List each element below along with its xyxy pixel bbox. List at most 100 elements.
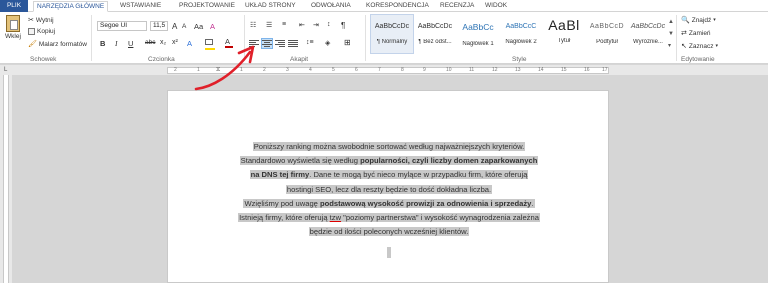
show-formatting-button[interactable]: ¶ [341, 21, 345, 30]
style-sample: AaBl [548, 17, 580, 33]
tab-layout[interactable]: UKŁAD STRONY [245, 1, 296, 12]
superscript-button[interactable]: x² [172, 39, 178, 46]
justify-button[interactable] [288, 39, 298, 48]
select-button[interactable]: ↖ Zaznacz ▾ [681, 42, 718, 51]
ruler-number: 2 [174, 67, 177, 73]
increase-indent-icon: ⇥ [313, 22, 319, 29]
search-icon: 🔍 [681, 17, 690, 24]
font-group-label: Czcionka [148, 56, 175, 63]
style-heading-1[interactable]: AaBbCc Nagłówek 1 [457, 15, 499, 53]
style-sample: AaBbCcDc [374, 23, 410, 30]
scroll-down-icon: ▼ [668, 31, 674, 37]
vertical-ruler[interactable] [0, 75, 12, 283]
ruler-number: 6 [355, 67, 358, 73]
styles-scroll[interactable]: ▲ ▼ ▾ [668, 16, 674, 52]
text-run: . [531, 198, 534, 208]
style-emphasis[interactable]: AaBbCcDc Wyróżnie... [629, 15, 667, 53]
text-line: Istnieją firmy, które oferują tzw "pozio… [168, 211, 610, 225]
replace-button[interactable]: ⇄ Zamień [681, 29, 711, 38]
bullets-icon: ☷ [250, 22, 257, 29]
selected-text: Wzięliśmy pod uwagę podstawową wysokość … [243, 198, 535, 208]
grow-font-button[interactable]: A [172, 22, 177, 31]
style-sample: AaBbCc [462, 22, 494, 32]
text-run: "poziomy partnerstwa" i wysokość wynagro… [341, 213, 539, 223]
text-run: Istnieją firmy, które oferują [239, 213, 330, 223]
tab-insert[interactable]: WSTAWIANIE [120, 1, 161, 12]
multilevel-list-icon: ≡ [282, 21, 287, 28]
format-painter-button[interactable]: 🖌 Malarz formatów [28, 40, 87, 49]
document-body[interactable]: Poniższy ranking można swobodnie sortowa… [168, 140, 610, 239]
underline-button[interactable]: U [128, 39, 133, 48]
multilevel-list-button[interactable]: ≡ [282, 21, 286, 28]
tab-view[interactable]: WIDOK [485, 1, 507, 12]
strikethrough-button[interactable]: abc [145, 39, 155, 46]
ruler-number: 17 [602, 67, 608, 73]
text-line: hostingi SEO, lecz dla reszty będzie to … [168, 183, 610, 197]
ribbon: Wklej ✂ Wytnij Kopiuj 🖌 Malarz formatów Sc… [0, 12, 768, 64]
ruler-number: 15 [561, 67, 567, 73]
sort-button[interactable]: ↕ [327, 21, 331, 28]
word-window: PLIK NARZĘDZIA GŁÓWNE WSTAWIANIE PROJEKT… [0, 0, 768, 283]
bold-button[interactable]: B [100, 39, 105, 48]
text-line: Standardowo wyświetla się według popular… [168, 154, 610, 168]
line-spacing-icon: ↕≡ [306, 39, 314, 46]
copy-button[interactable]: Kopiuj [28, 28, 55, 35]
ruler-number: 3 [286, 67, 289, 73]
format-painter-label: Malarz formatów [38, 40, 87, 48]
tab-selector-icon[interactable]: L [4, 67, 7, 73]
align-right-button[interactable] [275, 39, 285, 48]
paragraph-group-label: Akapit [290, 56, 309, 63]
style-name: ¶ Bez odst... [418, 39, 452, 45]
style-sample: AaBbCcD [589, 23, 625, 30]
separator [365, 15, 366, 61]
shrink-font-button[interactable]: A [182, 23, 186, 30]
cut-button[interactable]: ✂ Wytnij [28, 16, 54, 25]
bold-text-run: popularności, czyli liczby domen zaparko… [360, 156, 538, 166]
subscript-button[interactable]: x₂ [160, 39, 166, 46]
selected-text: Standardowo wyświetla się według popular… [239, 156, 539, 166]
tab-references[interactable]: ODWOŁANIA [311, 1, 351, 12]
style-no-spacing[interactable]: AaBbCcDc ¶ Bez odst... [414, 15, 456, 53]
separator [91, 15, 92, 61]
selected-empty-paragraph [387, 247, 391, 258]
change-case-button[interactable]: Aa [194, 22, 203, 31]
selected-text: Istnieją firmy, które oferują tzw "pozio… [238, 213, 540, 223]
text-run: Standardowo wyświetla się według [240, 156, 361, 166]
brush-icon: 🖌 [28, 41, 37, 48]
copy-label: Kopiuj [37, 28, 56, 35]
increase-indent-button[interactable]: ⇥ [313, 21, 319, 29]
line-spacing-button[interactable]: ↕≡ [306, 39, 314, 46]
style-subtitle[interactable]: AaBbCcD Podtytuł [586, 15, 628, 53]
replace-label: Zamień [688, 29, 711, 37]
document-page[interactable]: Poniższy ranking można swobodnie sortowa… [167, 90, 609, 283]
clipboard-icon [5, 15, 20, 32]
font-name-field[interactable]: Segoe UI [97, 21, 147, 31]
paint-bucket-icon: ◈ [325, 40, 331, 47]
italic-button[interactable]: I [115, 39, 118, 48]
ruler-number: 7 [378, 67, 381, 73]
cut-label: Wytnij [35, 16, 54, 24]
spelling-error-text: tzw [329, 213, 342, 223]
borders-button[interactable]: ⊞ [344, 38, 351, 47]
ruler-number: 16 [584, 67, 590, 73]
text-run: . Dane te mogą być nieco mylące w przypa… [309, 170, 528, 180]
style-heading-2[interactable]: AaBbCcC Nagłówek 2 [500, 15, 542, 53]
tab-home[interactable]: NARZĘDZIA GŁÓWNE [33, 1, 109, 12]
bullets-button[interactable]: ☷ [250, 21, 256, 29]
tab-file[interactable]: PLIK [0, 0, 28, 12]
decrease-indent-button[interactable]: ⇤ [299, 21, 305, 29]
tab-design[interactable]: PROJEKTOWANIE [179, 1, 235, 12]
replace-icon: ⇄ [681, 30, 687, 37]
find-button[interactable]: 🔍 Znajdź ▾ [681, 16, 716, 25]
clear-formatting-button[interactable]: A [210, 22, 215, 31]
numbering-button[interactable]: ☰ [266, 21, 272, 29]
style-title[interactable]: AaBl Tytuł [543, 15, 585, 53]
font-size-field[interactable]: 11,5 [150, 21, 168, 31]
style-normal[interactable]: AaBbCcDc ¶ Normalny [370, 14, 414, 54]
paste-button[interactable]: Wklej [5, 15, 21, 40]
tab-review[interactable]: RECENZJA [440, 1, 474, 12]
separator [676, 15, 677, 61]
shading-button[interactable]: ◈ [325, 39, 330, 47]
align-center-button[interactable] [261, 38, 273, 49]
tab-mailings[interactable]: KORESPONDENCJA [366, 1, 429, 12]
